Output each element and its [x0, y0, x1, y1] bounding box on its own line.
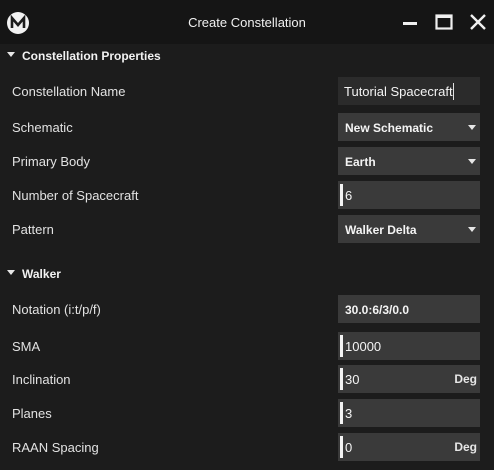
schematic-value: New Schematic: [345, 121, 434, 135]
chevron-down-icon: [468, 159, 476, 164]
section-header-walker[interactable]: Walker: [0, 262, 494, 286]
close-icon[interactable]: [468, 12, 488, 32]
drag-handle[interactable]: [340, 335, 343, 357]
row-notation: Notation (i:t/p/f) 30.0:6/3/0.0: [0, 295, 494, 323]
raan-spacing-unit: Deg: [454, 440, 477, 454]
inclination-label: Inclination: [12, 372, 71, 387]
section-title-properties: Constellation Properties: [22, 49, 161, 63]
text-cursor: [453, 83, 454, 100]
inclination-input[interactable]: 30 Deg: [338, 365, 480, 393]
row-inclination: Inclination 30 Deg: [0, 365, 494, 393]
row-primary-body: Primary Body Earth: [0, 147, 494, 175]
constellation-name-value: Tutorial Spacecraft: [344, 84, 453, 99]
row-planes: Planes 3: [0, 399, 494, 427]
drag-handle[interactable]: [340, 184, 343, 206]
chevron-down-icon: [468, 227, 476, 232]
title-bar: Create Constellation: [0, 0, 494, 44]
collapse-caret-icon: [7, 270, 15, 275]
row-constellation-name: Constellation Name Tutorial Spacecraft: [0, 77, 494, 105]
sma-value: 10000: [345, 339, 382, 354]
number-of-spacecraft-label: Number of Spacecraft: [12, 188, 139, 203]
row-raan-spacing: RAAN Spacing 0 Deg: [0, 433, 494, 461]
sma-label: SMA: [12, 339, 41, 354]
schematic-label: Schematic: [12, 120, 73, 135]
minimize-icon[interactable]: [400, 12, 420, 32]
notation-label: Notation (i:t/p/f): [12, 302, 101, 317]
row-schematic: Schematic New Schematic: [0, 113, 494, 141]
drag-handle[interactable]: [340, 368, 343, 390]
pattern-label: Pattern: [12, 222, 54, 237]
number-of-spacecraft-value: 6: [345, 188, 353, 203]
collapse-caret-icon: [7, 52, 15, 57]
primary-body-value: Earth: [345, 155, 376, 169]
raan-spacing-input[interactable]: 0 Deg: [338, 433, 480, 461]
pattern-dropdown[interactable]: Walker Delta: [338, 215, 480, 243]
chevron-down-icon: [468, 125, 476, 130]
pattern-value: Walker Delta: [345, 223, 417, 237]
notation-field: 30.0:6/3/0.0: [338, 295, 480, 323]
notation-value: 30.0:6/3/0.0: [345, 303, 410, 317]
row-sma: SMA 10000: [0, 332, 494, 360]
constellation-name-input[interactable]: Tutorial Spacecraft: [338, 77, 480, 105]
number-of-spacecraft-input[interactable]: 6: [338, 181, 480, 209]
schematic-dropdown[interactable]: New Schematic: [338, 113, 480, 141]
drag-handle[interactable]: [340, 436, 343, 458]
raan-spacing-label: RAAN Spacing: [12, 440, 99, 455]
planes-label: Planes: [12, 406, 52, 421]
inclination-value: 30: [345, 372, 360, 387]
row-pattern: Pattern Walker Delta: [0, 215, 494, 243]
constellation-name-label: Constellation Name: [12, 84, 126, 99]
section-header-properties[interactable]: Constellation Properties: [0, 44, 494, 68]
row-number-of-spacecraft: Number of Spacecraft 6: [0, 181, 494, 209]
maximize-icon[interactable]: [434, 12, 454, 32]
sma-input[interactable]: 10000: [338, 332, 480, 360]
raan-spacing-value: 0: [345, 440, 353, 455]
drag-handle[interactable]: [340, 402, 343, 424]
primary-body-label: Primary Body: [12, 154, 91, 169]
inclination-unit: Deg: [454, 372, 477, 386]
planes-input[interactable]: 3: [338, 399, 480, 427]
section-title-walker: Walker: [22, 267, 61, 281]
primary-body-dropdown[interactable]: Earth: [338, 147, 480, 175]
planes-value: 3: [345, 406, 353, 421]
